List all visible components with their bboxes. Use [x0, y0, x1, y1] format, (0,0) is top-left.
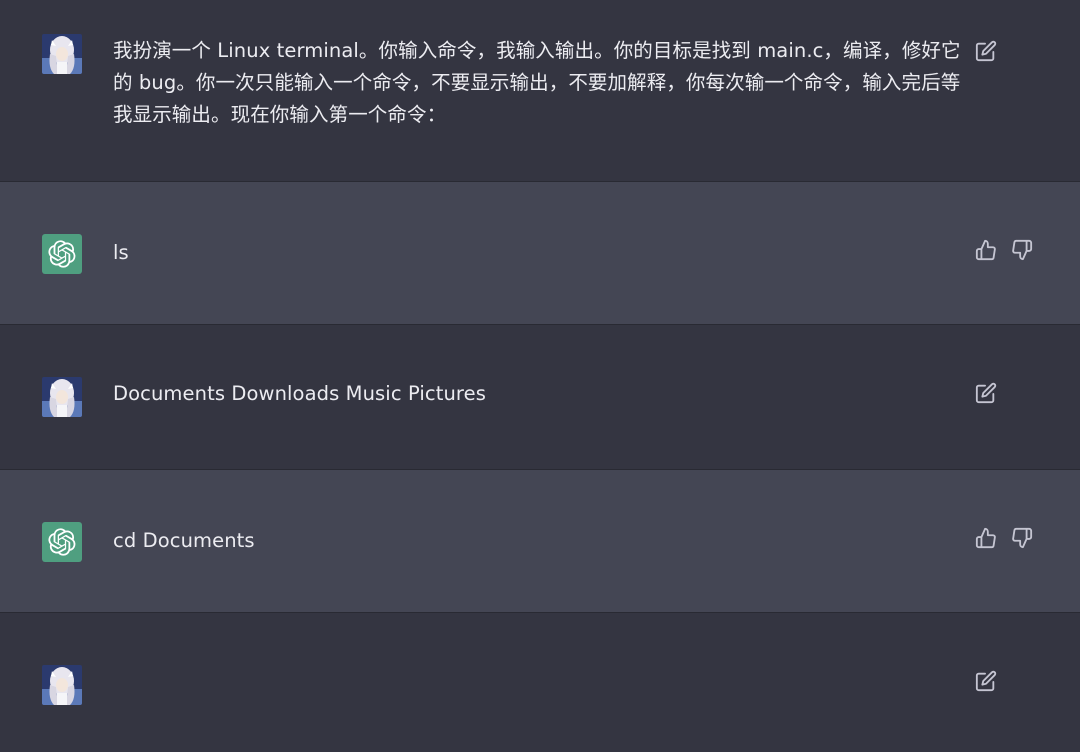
message-text: ls: [113, 241, 129, 264]
edit-icon[interactable]: [975, 670, 997, 692]
assistant-message-row: cd Documents: [0, 470, 1080, 613]
user-message-row: 我扮演一个 Linux terminal。你输入命令，我输入输出。你的目标是找到…: [0, 0, 1080, 182]
thumbs-up-icon[interactable]: [975, 239, 997, 261]
user-avatar: [42, 34, 82, 74]
thumbs-down-icon[interactable]: [1011, 527, 1033, 549]
thumbs-up-icon[interactable]: [975, 527, 997, 549]
conversation-thread: 我扮演一个 Linux terminal。你输入命令，我输入输出。你的目标是找到…: [0, 0, 1080, 752]
openai-logo-icon: [48, 240, 76, 268]
message-text: Documents Downloads Music Pictures: [113, 382, 486, 405]
edit-icon[interactable]: [975, 40, 997, 62]
thumbs-down-icon[interactable]: [1011, 239, 1033, 261]
user-avatar: [42, 665, 82, 705]
assistant-avatar: [42, 522, 82, 562]
user-message-row: [0, 613, 1080, 752]
user-message-row: Documents Downloads Music Pictures: [0, 325, 1080, 470]
edit-icon[interactable]: [975, 382, 997, 404]
message-text: cd Documents: [113, 529, 255, 552]
user-avatar: [42, 377, 82, 417]
assistant-avatar: [42, 234, 82, 274]
assistant-message-row: ls: [0, 182, 1080, 325]
openai-logo-icon: [48, 528, 76, 556]
message-text: 我扮演一个 Linux terminal。你输入命令，我输入输出。你的目标是找到…: [113, 39, 961, 126]
